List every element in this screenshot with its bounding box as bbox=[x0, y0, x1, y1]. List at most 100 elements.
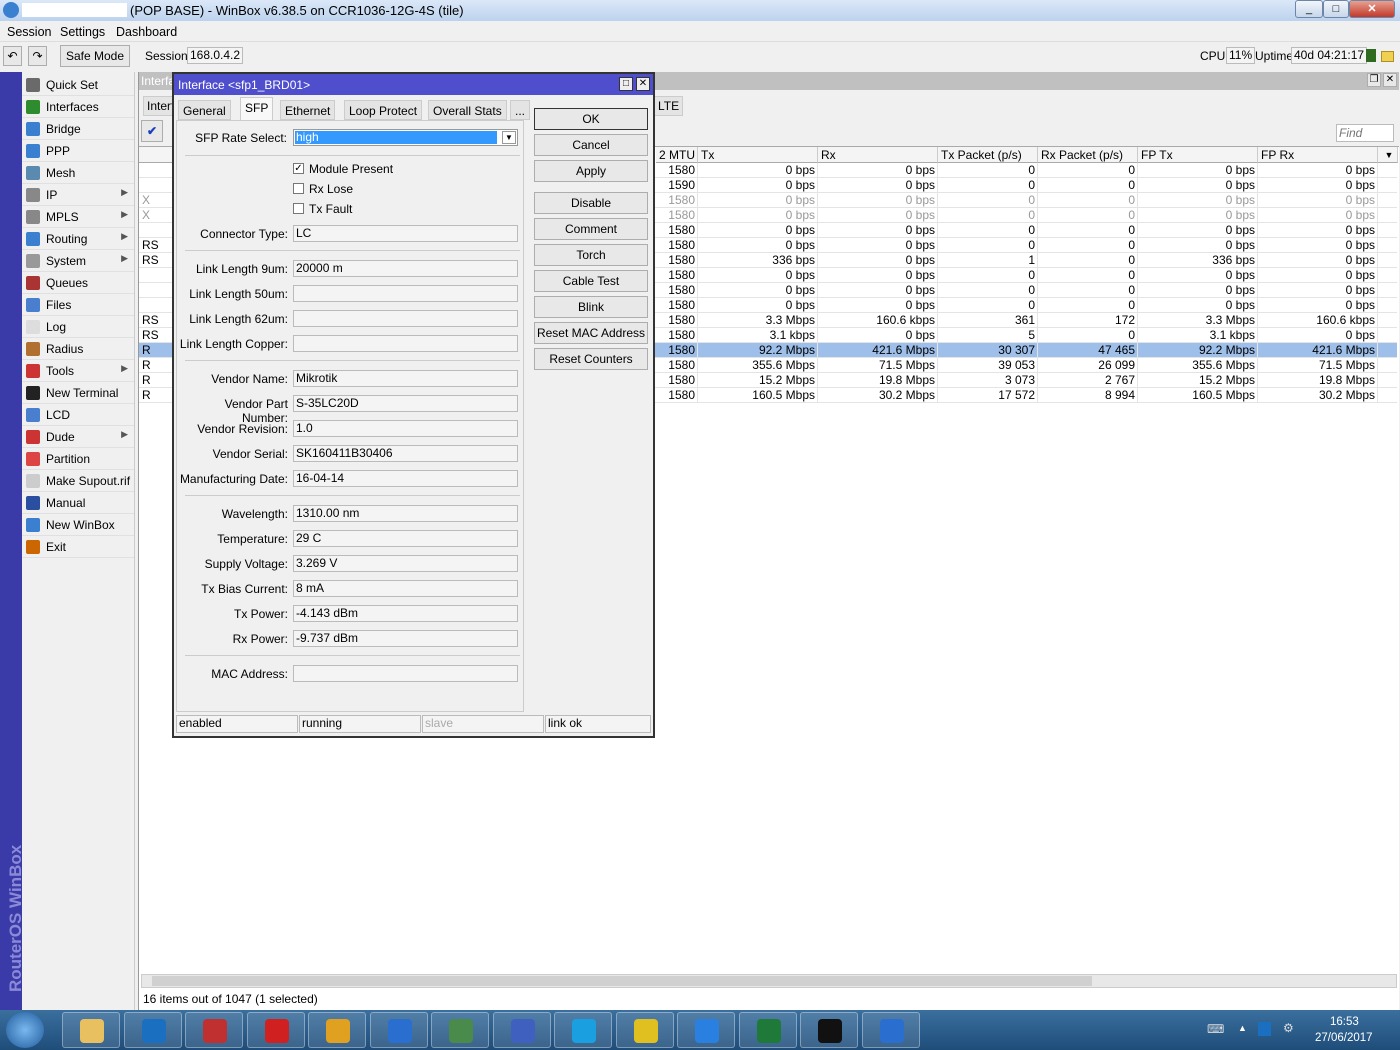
apply-button[interactable]: Apply bbox=[534, 160, 648, 182]
sidebar-item-lcd[interactable]: LCD bbox=[22, 404, 134, 426]
sidebar-item-mpls[interactable]: MPLS ▶ bbox=[22, 206, 134, 228]
sidebar-item-new-terminal[interactable]: New Terminal bbox=[22, 382, 134, 404]
outlook-tray-icon[interactable] bbox=[1258, 1022, 1271, 1036]
network-tray-icon[interactable]: ⚙ bbox=[1283, 1021, 1294, 1035]
reset-mac-address-button[interactable]: Reset MAC Address bbox=[534, 322, 648, 344]
clock-time[interactable]: 16:53 bbox=[1330, 1016, 1359, 1028]
ok-button[interactable]: OK bbox=[534, 108, 648, 130]
module-present-checkbox[interactable]: ✓ bbox=[293, 163, 304, 174]
cancel-button[interactable]: Cancel bbox=[534, 134, 648, 156]
taskbar-app-excel-icon[interactable] bbox=[738, 1012, 797, 1048]
keyboard-icon[interactable]: ⌨ bbox=[1207, 1022, 1224, 1036]
taskbar-app-ie-icon[interactable] bbox=[677, 1012, 735, 1048]
taskbar-app-xmind-icon[interactable] bbox=[615, 1012, 674, 1048]
taskbar-app-explorer-icon[interactable] bbox=[62, 1012, 120, 1048]
columns-dropdown-icon[interactable]: ▼ bbox=[1378, 147, 1398, 163]
start-button[interactable] bbox=[6, 1012, 44, 1048]
cell-tx: 0 bps bbox=[698, 298, 818, 313]
sidebar-item-files[interactable]: Files bbox=[22, 294, 134, 316]
sidebar-item-manual[interactable]: Manual bbox=[22, 492, 134, 514]
enable-button[interactable]: ✔ bbox=[141, 120, 163, 142]
column-header-fptx[interactable]: FP Tx bbox=[1138, 147, 1258, 163]
sfp-rate-select[interactable]: high ▼ bbox=[293, 129, 518, 146]
taskbar-app-acrobat-icon[interactable] bbox=[185, 1012, 243, 1048]
blink-button[interactable]: Blink bbox=[534, 296, 648, 318]
sidebar-item-new-winbox[interactable]: New WinBox bbox=[22, 514, 134, 536]
undo-button[interactable]: ↶ bbox=[3, 46, 22, 66]
horizontal-scrollbar[interactable] bbox=[141, 974, 1397, 988]
menu-session[interactable]: Session bbox=[7, 25, 51, 39]
column-header-fprx[interactable]: FP Rx bbox=[1258, 147, 1378, 163]
sidebar-item-system[interactable]: System ▶ bbox=[22, 250, 134, 272]
column-header-mtu[interactable]: 2 MTU bbox=[656, 147, 698, 163]
sidebar-item-ip[interactable]: IP ▶ bbox=[22, 184, 134, 206]
taskbar-app-skype-icon[interactable] bbox=[554, 1012, 612, 1048]
sidebar-item-label: New Terminal bbox=[46, 386, 119, 400]
sidebar-item-queues[interactable]: Queues bbox=[22, 272, 134, 294]
tab-overall-stats[interactable]: Overall Stats bbox=[428, 100, 507, 120]
cell-mtu: 1580 bbox=[656, 208, 698, 223]
sidebar-item-log[interactable]: Log bbox=[22, 316, 134, 338]
sidebar-item-interfaces[interactable]: Interfaces bbox=[22, 96, 134, 118]
reset-counters-button[interactable]: Reset Counters bbox=[534, 348, 648, 370]
find-input[interactable] bbox=[1336, 124, 1394, 142]
cell-rx: 0 bps bbox=[818, 238, 938, 253]
taskbar-app-app-red-icon[interactable] bbox=[246, 1012, 305, 1048]
redo-button[interactable]: ↷ bbox=[28, 46, 47, 66]
close-icon[interactable]: ✕ bbox=[1383, 73, 1397, 87]
comment-button[interactable]: Comment bbox=[534, 218, 648, 240]
column-header-tx[interactable]: Tx bbox=[698, 147, 818, 163]
close-icon[interactable]: ✕ bbox=[636, 77, 650, 91]
sidebar-item-quick-set[interactable]: Quick Set bbox=[22, 74, 134, 96]
cell-rxp: 0 bbox=[1038, 328, 1138, 343]
tab-[interactable]: ... bbox=[510, 100, 531, 120]
menu-settings[interactable]: Settings bbox=[60, 25, 105, 39]
sidebar-item-routing[interactable]: Routing ▶ bbox=[22, 228, 134, 250]
tab-lte[interactable]: LTE bbox=[654, 96, 684, 116]
column-header-flags[interactable] bbox=[139, 147, 173, 163]
taskbar-app-network-icon[interactable] bbox=[492, 1012, 551, 1048]
sidebar-item-dude[interactable]: Dude ▶ bbox=[22, 426, 134, 448]
sidebar-item-mesh[interactable]: Mesh bbox=[22, 162, 134, 184]
rx-lose-checkbox[interactable] bbox=[293, 183, 304, 194]
sidebar-item-make-supout-rif[interactable]: Make Supout.rif bbox=[22, 470, 134, 492]
tab-loop-protect[interactable]: Loop Protect bbox=[344, 100, 423, 120]
sidebar-item-tools[interactable]: Tools ▶ bbox=[22, 360, 134, 382]
sidebar-item-bridge[interactable]: Bridge bbox=[22, 118, 134, 140]
temperature-label: Temperature: bbox=[217, 532, 288, 546]
cable-test-button[interactable]: Cable Test bbox=[534, 270, 648, 292]
cell-rx: 0 bps bbox=[818, 298, 938, 313]
taskbar-app-winbox-icon[interactable] bbox=[369, 1012, 428, 1048]
sidebar-item-exit[interactable]: Exit bbox=[22, 536, 134, 558]
column-header-rx[interactable]: Rx bbox=[818, 147, 938, 163]
restore-icon[interactable]: ❐ bbox=[1367, 73, 1381, 87]
tx-fault-checkbox[interactable] bbox=[293, 203, 304, 214]
maximize-button[interactable]: □ bbox=[1323, 0, 1349, 18]
disable-button[interactable]: Disable bbox=[534, 192, 648, 214]
menu-dashboard[interactable]: Dashboard bbox=[116, 25, 177, 39]
taskbar-app-chrome-icon[interactable] bbox=[308, 1012, 366, 1048]
taskbar-app-outlook-icon[interactable] bbox=[123, 1012, 182, 1048]
taskbar-app-cmd-icon[interactable] bbox=[800, 1012, 858, 1048]
tray-expand-icon[interactable]: ▲ bbox=[1238, 1023, 1247, 1033]
column-header-rxp[interactable]: Rx Packet (p/s) bbox=[1038, 147, 1138, 163]
maximize-icon[interactable]: □ bbox=[619, 77, 633, 91]
winbox-icon bbox=[879, 1019, 904, 1043]
tab-general[interactable]: General bbox=[178, 100, 231, 120]
tab-sfp[interactable]: SFP bbox=[240, 97, 274, 121]
gear-icon bbox=[26, 254, 40, 268]
close-button[interactable]: ✕ bbox=[1349, 0, 1395, 18]
safe-mode-button[interactable]: Safe Mode bbox=[60, 45, 130, 67]
minimize-button[interactable]: _ bbox=[1295, 0, 1323, 18]
sidebar-item-partition[interactable]: Partition bbox=[22, 448, 134, 470]
sidebar-item-ppp[interactable]: PPP bbox=[22, 140, 134, 162]
taskbar-app-vpn-icon[interactable] bbox=[431, 1012, 489, 1048]
clock-date[interactable]: 27/06/2017 bbox=[1315, 1032, 1373, 1044]
taskbar-app-winbox-icon[interactable] bbox=[861, 1012, 920, 1048]
scrollbar-thumb[interactable] bbox=[152, 976, 1092, 986]
chevron-down-icon[interactable]: ▼ bbox=[502, 131, 516, 144]
tab-ethernet[interactable]: Ethernet bbox=[280, 100, 336, 120]
sidebar-item-radius[interactable]: Radius bbox=[22, 338, 134, 360]
column-header-txp[interactable]: Tx Packet (p/s) bbox=[938, 147, 1038, 163]
torch-button[interactable]: Torch bbox=[534, 244, 648, 266]
